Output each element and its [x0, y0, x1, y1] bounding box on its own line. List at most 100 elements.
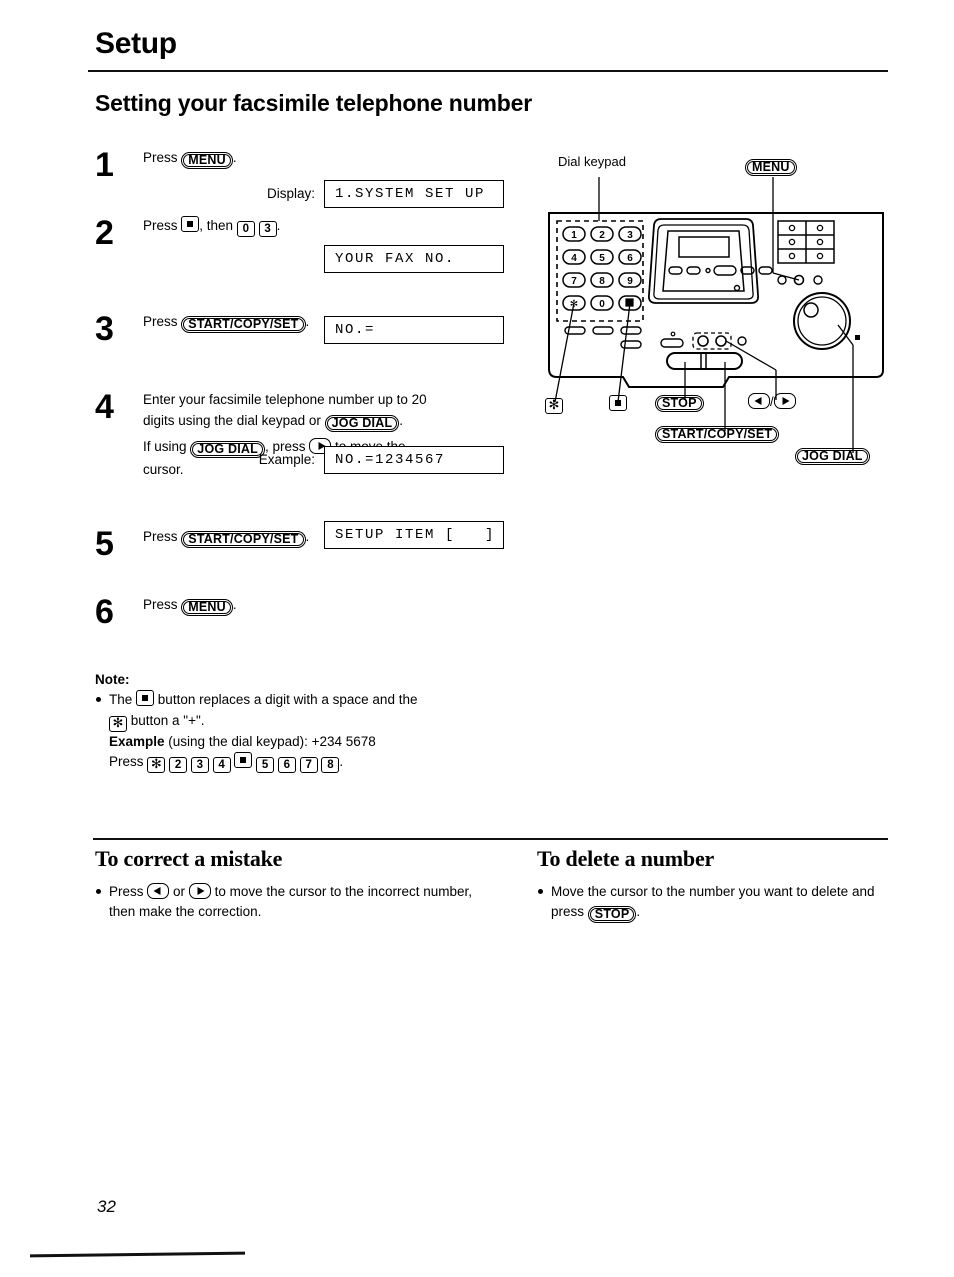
step-number: 1 [95, 146, 114, 184]
svg-text:2: 2 [599, 230, 605, 241]
left-arrow-key-glyph [147, 883, 170, 899]
right-arrow-key-glyph-2 [188, 883, 211, 899]
lcd-display-1: 1.SYSTEM SET UP [324, 180, 504, 208]
key-0-glyph: 0 [236, 221, 255, 237]
header-divider [88, 70, 888, 72]
step-4-line-2-post: . [399, 413, 404, 429]
key-3-glyph: 3 [258, 221, 277, 237]
correct-line-1-post: to move the cursor to the [214, 884, 364, 899]
svg-text:7: 7 [571, 276, 577, 287]
jog-dial-callout-glyph: JOG DIAL [795, 448, 870, 465]
lcd-display-5: SETUP ITEM [ ] [324, 521, 504, 549]
delete-line-1: Move the cursor to the number you want t… [551, 884, 808, 899]
note-line-1-mid: button replaces a digit with a space and… [157, 692, 418, 707]
note-key-5: 5 [256, 757, 275, 774]
subsection-heading-delete: To delete a number [537, 846, 715, 871]
step-number: 3 [95, 310, 114, 348]
step-4-line-1: Enter your facsimile telephone number up… [143, 392, 427, 407]
start-copy-set-button-glyph: START/COPY/SET [181, 316, 306, 333]
lcd-display-4: NO.=1234567 [324, 446, 504, 474]
note-bullet: The button replaces a digit with a space… [95, 690, 525, 774]
svg-text:5: 5 [599, 253, 605, 264]
footer-mark [29, 1251, 246, 1258]
callout-dial-keypad: Dial keypad [558, 154, 626, 169]
step-3-text-post: . [305, 314, 310, 329]
svg-text:1: 1 [571, 230, 577, 241]
svg-text:8: 8 [599, 276, 605, 287]
step-2-text-post: . [276, 218, 281, 233]
page-title: Setting your facsimile telephone number [95, 90, 532, 116]
menu-button-glyph: MENU [181, 152, 233, 169]
step-6: 6 Press MENU. [95, 595, 525, 635]
callout-jog-dial: JOG DIAL [795, 446, 870, 465]
callout-star-key: ✻ [545, 395, 563, 414]
star-key-callout-glyph: ✻ [545, 398, 563, 414]
hash-key-callout-glyph [609, 395, 627, 411]
to-delete-a-number-section: To delete a number Move the cursor to th… [537, 846, 907, 924]
note-key-4: 4 [212, 757, 231, 774]
callout-arrow-keys: / [748, 393, 796, 409]
callout-hash-key [609, 395, 627, 412]
step-1-text-post: . [232, 150, 237, 165]
step-6-text-pre: Press [143, 597, 178, 612]
start-copy-set-button-glyph-2: START/COPY/SET [181, 531, 306, 548]
step-4-line-2-pre: digits using the dial keypad or [143, 413, 321, 429]
note-line-1-pre: The [109, 692, 133, 707]
note-key-7: 7 [299, 757, 318, 774]
note-heading: Note: [95, 672, 130, 687]
correct-line-1-mid: or [173, 884, 186, 899]
chapter-title: Setup [95, 27, 177, 60]
step-2-text-pre: Press [143, 218, 178, 233]
stop-callout-glyph: STOP [655, 395, 704, 412]
menu-callout-glyph: MENU [745, 159, 797, 176]
step-5-text-post: . [305, 529, 310, 544]
step-2-text-mid: , then [199, 218, 234, 233]
note-example-rest: (using the dial keypad): +234 5678 [168, 733, 376, 749]
correct-line-1-pre: Press [109, 884, 144, 899]
lcd-display-2: YOUR FAX NO. [324, 245, 504, 273]
svg-text:✻: ✻ [570, 299, 578, 310]
note-line-2-mid: button a "+". [130, 712, 205, 728]
step-1-text-pre: Press [143, 150, 178, 165]
jog-dial-button-glyph: JOG DIAL [324, 415, 400, 433]
display-label: Display: [266, 186, 315, 201]
step-4-line-3-pre: If using [143, 439, 187, 455]
callout-stop: STOP [655, 393, 704, 412]
page-number: 32 [97, 1197, 116, 1216]
note-key-8: 8 [321, 757, 340, 774]
note-key-star: ✻ [147, 757, 166, 774]
procedure-steps: 1 Press MENU. 2 Press , then 0 3. 3 Pres… [95, 148, 525, 635]
step-number: 6 [95, 593, 114, 631]
callout-menu: MENU [745, 157, 797, 176]
svg-text:4: 4 [571, 253, 577, 264]
svg-text:6: 6 [627, 253, 633, 264]
lcd-display-3: NO.= [324, 316, 504, 344]
note-press-end: . [339, 754, 344, 770]
step-number: 2 [95, 214, 114, 252]
note-block: Note: The button replaces a digit with a… [95, 672, 525, 774]
right-arrow-callout-glyph [773, 393, 796, 409]
note-key-2: 2 [169, 757, 188, 774]
example-label: Example: [258, 452, 315, 467]
note-key-3: 3 [190, 757, 209, 774]
note-press-label: Press [109, 754, 144, 770]
correct-mistake-bullet: Press or to move the cursor to the incor… [95, 882, 475, 923]
svg-text:0: 0 [599, 299, 605, 310]
delete-line-2-post: . [636, 904, 641, 920]
stop-button-glyph: STOP [587, 906, 637, 924]
left-arrow-callout-glyph [748, 393, 770, 409]
step-5-text-pre: Press [143, 529, 178, 544]
fax-control-panel-figure: 1 2 3 4 5 6 7 8 9 ✻ 0 Dial keypad MENU ✻… [533, 154, 898, 485]
hash-key-glyph-note [136, 690, 155, 706]
subsection-heading-correct: To correct a mistake [95, 846, 283, 871]
note-example-label: Example [109, 733, 165, 749]
manual-page: Setup Setting your facsimile telephone n… [0, 0, 954, 1277]
to-correct-a-mistake-section: To correct a mistake Press or to move th… [95, 846, 475, 923]
svg-text:3: 3 [627, 230, 633, 241]
note-key-sequence: ✻ 2 3 4 5 6 7 8 [144, 752, 340, 774]
section-divider [93, 838, 888, 840]
hash-key-glyph [181, 216, 200, 232]
step-number: 5 [95, 525, 114, 563]
svg-text:9: 9 [627, 276, 633, 287]
star-key-glyph-note: ✻ [109, 715, 127, 732]
